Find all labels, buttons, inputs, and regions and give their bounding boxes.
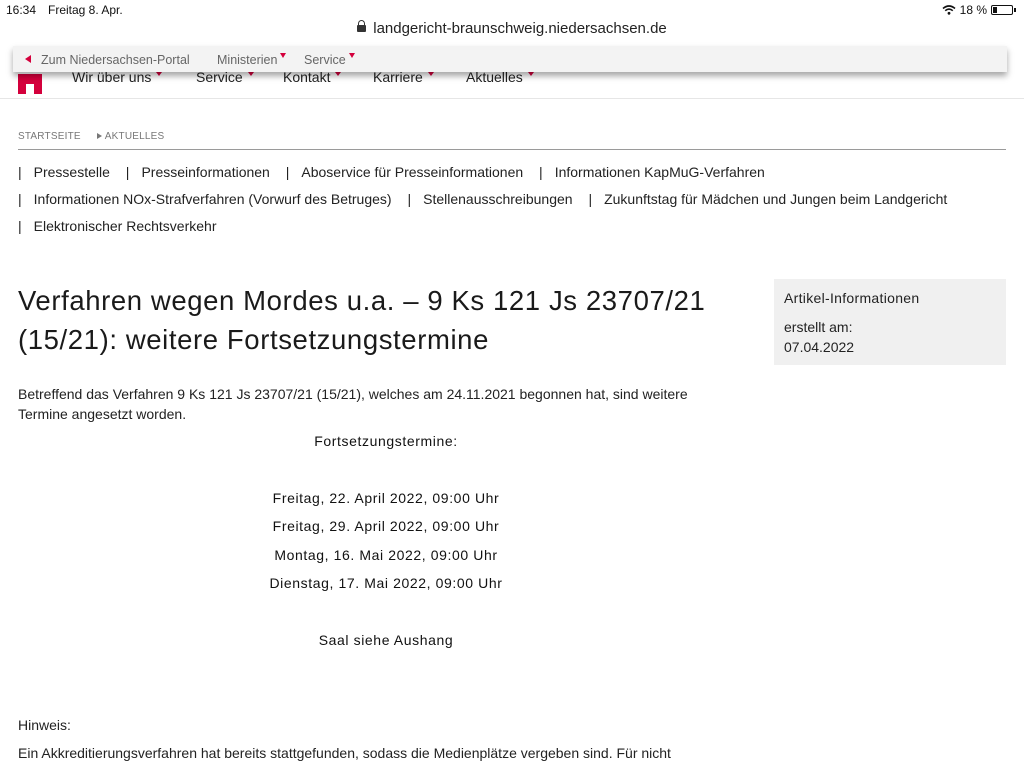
subnav-separator: | bbox=[125, 164, 130, 180]
subnav-link-stellenausschreibungen[interactable]: Stellenausschreibungen bbox=[423, 191, 572, 207]
chevron-down-icon bbox=[527, 72, 534, 76]
niedersachsen-logo-icon[interactable] bbox=[18, 74, 42, 94]
created-label: erstellt am: bbox=[784, 319, 853, 335]
battery-icon bbox=[991, 5, 1013, 15]
subnav-row: | Informationen NOx-Strafverfahren (Vorwu… bbox=[18, 186, 1008, 213]
portal-link-label: Zum Niedersachsen-Portal bbox=[41, 53, 190, 67]
chevron-down-icon bbox=[348, 53, 355, 58]
article-title: Verfahren wegen Mordes u.a. – 9 Ks 121 J… bbox=[18, 285, 706, 355]
subnav-link-kapmug[interactable]: Informationen KapMuG-Verfahren bbox=[555, 164, 765, 180]
subnav-link-pressestelle[interactable]: Pressestelle bbox=[34, 164, 110, 180]
lock-icon bbox=[357, 20, 367, 32]
portal-link-label: Ministerien bbox=[217, 53, 278, 67]
portal-menu-service[interactable]: Service bbox=[304, 53, 355, 67]
portal-link-niedersachsen[interactable]: Zum Niedersachsen-Portal bbox=[25, 53, 190, 67]
subnav-separator: | bbox=[539, 164, 543, 180]
subnav-link-rechtsverkehr[interactable]: Elektronischer Rechtsverkehr bbox=[34, 218, 217, 234]
url-text[interactable]: landgericht-braunschweig.niedersachsen.d… bbox=[373, 20, 667, 37]
portal-link-label: Service bbox=[304, 53, 346, 67]
chevron-down-icon bbox=[280, 53, 287, 58]
status-bar: 16:34 Freitag 8. Apr. 18 % bbox=[0, 0, 1024, 20]
chevron-down-icon bbox=[335, 72, 342, 76]
subnav-separator: | bbox=[18, 164, 22, 180]
portal-menu-ministerien[interactable]: Ministerien bbox=[217, 53, 287, 67]
subnav-separator: | bbox=[285, 164, 290, 180]
breadcrumb-aktuelles[interactable]: AKTUELLES bbox=[105, 131, 165, 142]
back-arrow-icon bbox=[25, 55, 31, 63]
nav-divider bbox=[0, 98, 1024, 99]
subnav-link-nox[interactable]: Informationen NOx-Strafverfahren (Vorwur… bbox=[34, 191, 392, 207]
room-info: Saal siehe Aushang bbox=[318, 632, 454, 648]
battery-percent: 18 % bbox=[959, 3, 987, 17]
info-box-title: Artikel-Informationen bbox=[784, 290, 920, 306]
breadcrumb: STARTSEITE AKTUELLES bbox=[18, 131, 164, 142]
subnav-row: | Pressestelle | Presseinformationen | Abos… bbox=[18, 159, 1008, 186]
breadcrumb-startseite[interactable]: STARTSEITE bbox=[18, 131, 81, 142]
breadcrumb-arrow-icon bbox=[96, 133, 102, 139]
sub-navigation: | Pressestelle | Presseinformationen | Abos… bbox=[18, 159, 1008, 240]
breadcrumb-divider bbox=[18, 149, 1006, 150]
note-label: Hinweis: bbox=[18, 717, 71, 733]
subnav-separator: | bbox=[18, 191, 22, 207]
chevron-down-icon bbox=[427, 72, 434, 76]
chevron-down-icon bbox=[156, 72, 163, 76]
article-intro: Betreffend das Verfahren 9 Ks 121 Js 237… bbox=[18, 386, 688, 422]
schedule-date: Freitag, 29. April 2022, 09:00 Uhr bbox=[272, 518, 500, 534]
created-date: 07.04.2022 bbox=[784, 339, 855, 355]
subnav-row: | Elektronischer Rechtsverkehr bbox=[18, 213, 1008, 240]
schedule-date: Montag, 16. Mai 2022, 09:00 Uhr bbox=[274, 547, 498, 563]
subnav-link-presseinformationen[interactable]: Presseinformationen bbox=[141, 164, 269, 180]
wifi-icon bbox=[942, 5, 956, 15]
subnav-separator: | bbox=[588, 191, 593, 207]
schedule-heading: Fortsetzungstermine: bbox=[314, 433, 458, 449]
subnav-link-aboservice[interactable]: Aboservice für Presseinformationen bbox=[301, 164, 523, 180]
schedule-date: Freitag, 22. April 2022, 09:00 Uhr bbox=[272, 490, 500, 506]
status-time: 16:34 bbox=[6, 3, 37, 17]
schedule-date: Dienstag, 17. Mai 2022, 09:00 Uhr bbox=[269, 575, 503, 591]
status-date: Freitag 8. Apr. bbox=[48, 3, 123, 17]
portal-bar: Zum Niedersachsen-Portal Ministerien Ser… bbox=[13, 46, 1007, 72]
subnav-separator: | bbox=[18, 218, 22, 234]
address-bar[interactable]: landgericht-braunschweig.niedersachsen.d… bbox=[0, 20, 1024, 42]
article-info-box: Artikel-Informationen erstellt am: 07.04… bbox=[774, 279, 1006, 365]
battery-nub bbox=[1014, 8, 1016, 12]
subnav-separator: | bbox=[407, 191, 412, 207]
subnav-link-zukunftstag[interactable]: Zukunftstag für Mädchen und Jungen beim … bbox=[604, 191, 947, 207]
status-right: 18 % bbox=[942, 3, 1016, 17]
chevron-down-icon bbox=[247, 72, 254, 76]
note-text: Ein Akkreditierungsverfahren hat bereits… bbox=[18, 745, 671, 761]
